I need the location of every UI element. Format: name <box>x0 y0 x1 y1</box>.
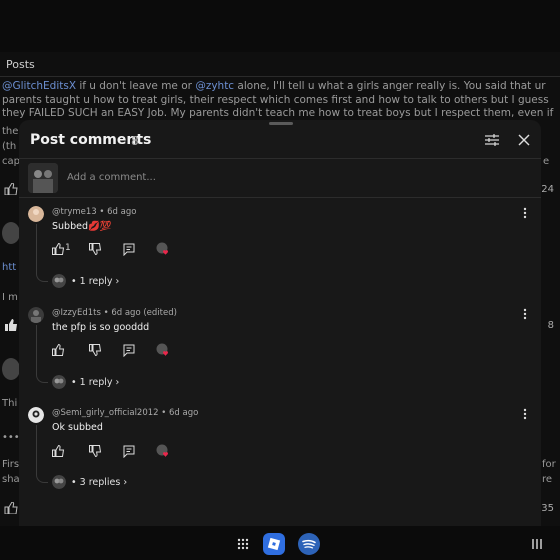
more-dots[interactable]: ••• <box>2 432 20 443</box>
bg-avatar <box>2 222 20 244</box>
user-avatar <box>28 163 58 193</box>
bg-like-count: 35 <box>541 503 554 514</box>
comment-avatar[interactable] <box>28 206 44 222</box>
mention-link[interactable]: @zyhtc <box>195 80 234 92</box>
thumbs-up-icon[interactable] <box>51 444 65 458</box>
comment-text: the pfp is so gooddd <box>52 322 150 333</box>
edited-tag: (edited) <box>143 308 177 318</box>
comment-time: 6d ago <box>107 207 137 217</box>
post-text-span: alone, I'll tell u what a girls anger re… <box>234 80 546 92</box>
comment-meta: @tryme13 • 6d ago <box>52 207 137 217</box>
comment-count: 8 <box>131 134 139 148</box>
comment-time: 6d ago <box>169 408 199 418</box>
replies-label: 1 reply <box>79 377 113 388</box>
comment-text: Subbed💋💯 <box>52 221 112 232</box>
spotify-app-icon[interactable] <box>298 533 320 555</box>
bg-fragment: for <box>542 459 556 470</box>
comment-avatar[interactable] <box>28 307 44 323</box>
reply-comment-icon[interactable] <box>122 444 136 458</box>
like-count: 1 <box>65 243 71 253</box>
add-comment-input[interactable]: Add a comment... <box>67 172 156 183</box>
posts-tab[interactable]: Posts <box>6 58 35 71</box>
reply-avatar <box>52 274 66 288</box>
comment-meta: @Semi_girly_official2012 • 6d ago <box>52 408 199 418</box>
roblox-app-icon[interactable] <box>263 533 285 555</box>
creator-heart-icon <box>156 343 168 356</box>
comment-avatar[interactable] <box>28 407 44 423</box>
post-line-2: parents taught u how to treat girls, the… <box>2 93 549 106</box>
bg-like-count: 8 <box>547 320 554 331</box>
replies-label: 3 replies <box>79 477 121 488</box>
close-icon[interactable] <box>516 132 532 148</box>
thumbs-up-icon[interactable] <box>51 242 65 256</box>
bg-fragment: I m <box>2 292 18 303</box>
bg-fragment: e <box>543 156 550 167</box>
creator-heart-icon <box>156 444 168 457</box>
bg-like-count: 24 <box>541 184 554 195</box>
comment-author[interactable]: @IzzyEd1ts <box>52 308 101 318</box>
bg-fragment: Firs <box>2 459 20 470</box>
more-vertical-icon[interactable] <box>521 207 529 219</box>
comment-time: 6d ago <box>111 308 141 318</box>
reply-comment-icon[interactable] <box>122 242 136 256</box>
view-replies-button[interactable]: • 1 reply › <box>71 377 119 388</box>
creator-heart-icon <box>156 242 168 255</box>
comment-author[interactable]: @tryme13 <box>52 207 97 217</box>
background-header <box>0 0 560 52</box>
header-divider <box>19 158 541 159</box>
post-line-3: they FAILED SUCH an EASY Job. My parents… <box>2 107 554 119</box>
view-replies-button[interactable]: • 3 replies › <box>71 477 127 488</box>
reply-avatar <box>52 475 66 489</box>
bg-fragment: sha <box>2 474 20 485</box>
thread-line <box>36 325 37 375</box>
thumbs-up-icon[interactable] <box>4 319 18 331</box>
bg-fragment: Thi <box>2 398 18 409</box>
more-vertical-icon[interactable] <box>521 408 529 420</box>
drag-handle[interactable] <box>269 122 293 125</box>
bg-fragment: (th <box>2 141 17 152</box>
thumbs-down-icon[interactable] <box>88 444 102 458</box>
thumbs-down-icon[interactable] <box>88 242 102 256</box>
view-replies-button[interactable]: • 1 reply › <box>71 276 119 287</box>
bg-avatar <box>2 358 20 380</box>
thumbs-up-icon[interactable] <box>51 343 65 357</box>
tab-divider <box>0 76 560 77</box>
replies-label: 1 reply <box>79 276 113 287</box>
bg-fragment: cap <box>2 156 20 167</box>
comment-text: Ok subbed <box>52 422 103 433</box>
filter-sliders-icon[interactable] <box>484 132 500 148</box>
thread-line <box>36 425 37 475</box>
thumbs-up-icon[interactable] <box>4 502 18 514</box>
post-text-span: if u don't leave me or <box>76 80 196 92</box>
comment-author[interactable]: @Semi_girly_official2012 <box>52 408 159 418</box>
comment-meta: @IzzyEd1ts • 6d ago (edited) <box>52 308 177 318</box>
more-vertical-icon[interactable] <box>521 308 529 320</box>
thread-line <box>36 224 37 274</box>
input-divider <box>19 197 541 198</box>
recent-apps-icon[interactable] <box>531 538 543 550</box>
bg-fragment: re <box>542 474 553 485</box>
mention-link[interactable]: @GlitchEditsX <box>2 80 76 92</box>
thumbs-up-icon[interactable] <box>4 183 18 195</box>
bg-fragment: the <box>2 126 19 137</box>
background-post-text: @GlitchEditsX if u don't leave me or @zy… <box>2 80 554 121</box>
post-line-1: @GlitchEditsX if u don't leave me or @zy… <box>2 80 554 94</box>
bg-fragment: htt <box>2 262 17 273</box>
thumbs-down-icon[interactable] <box>88 343 102 357</box>
reply-avatar <box>52 375 66 389</box>
reply-comment-icon[interactable] <box>122 343 136 357</box>
app-grid-icon[interactable] <box>237 538 249 550</box>
